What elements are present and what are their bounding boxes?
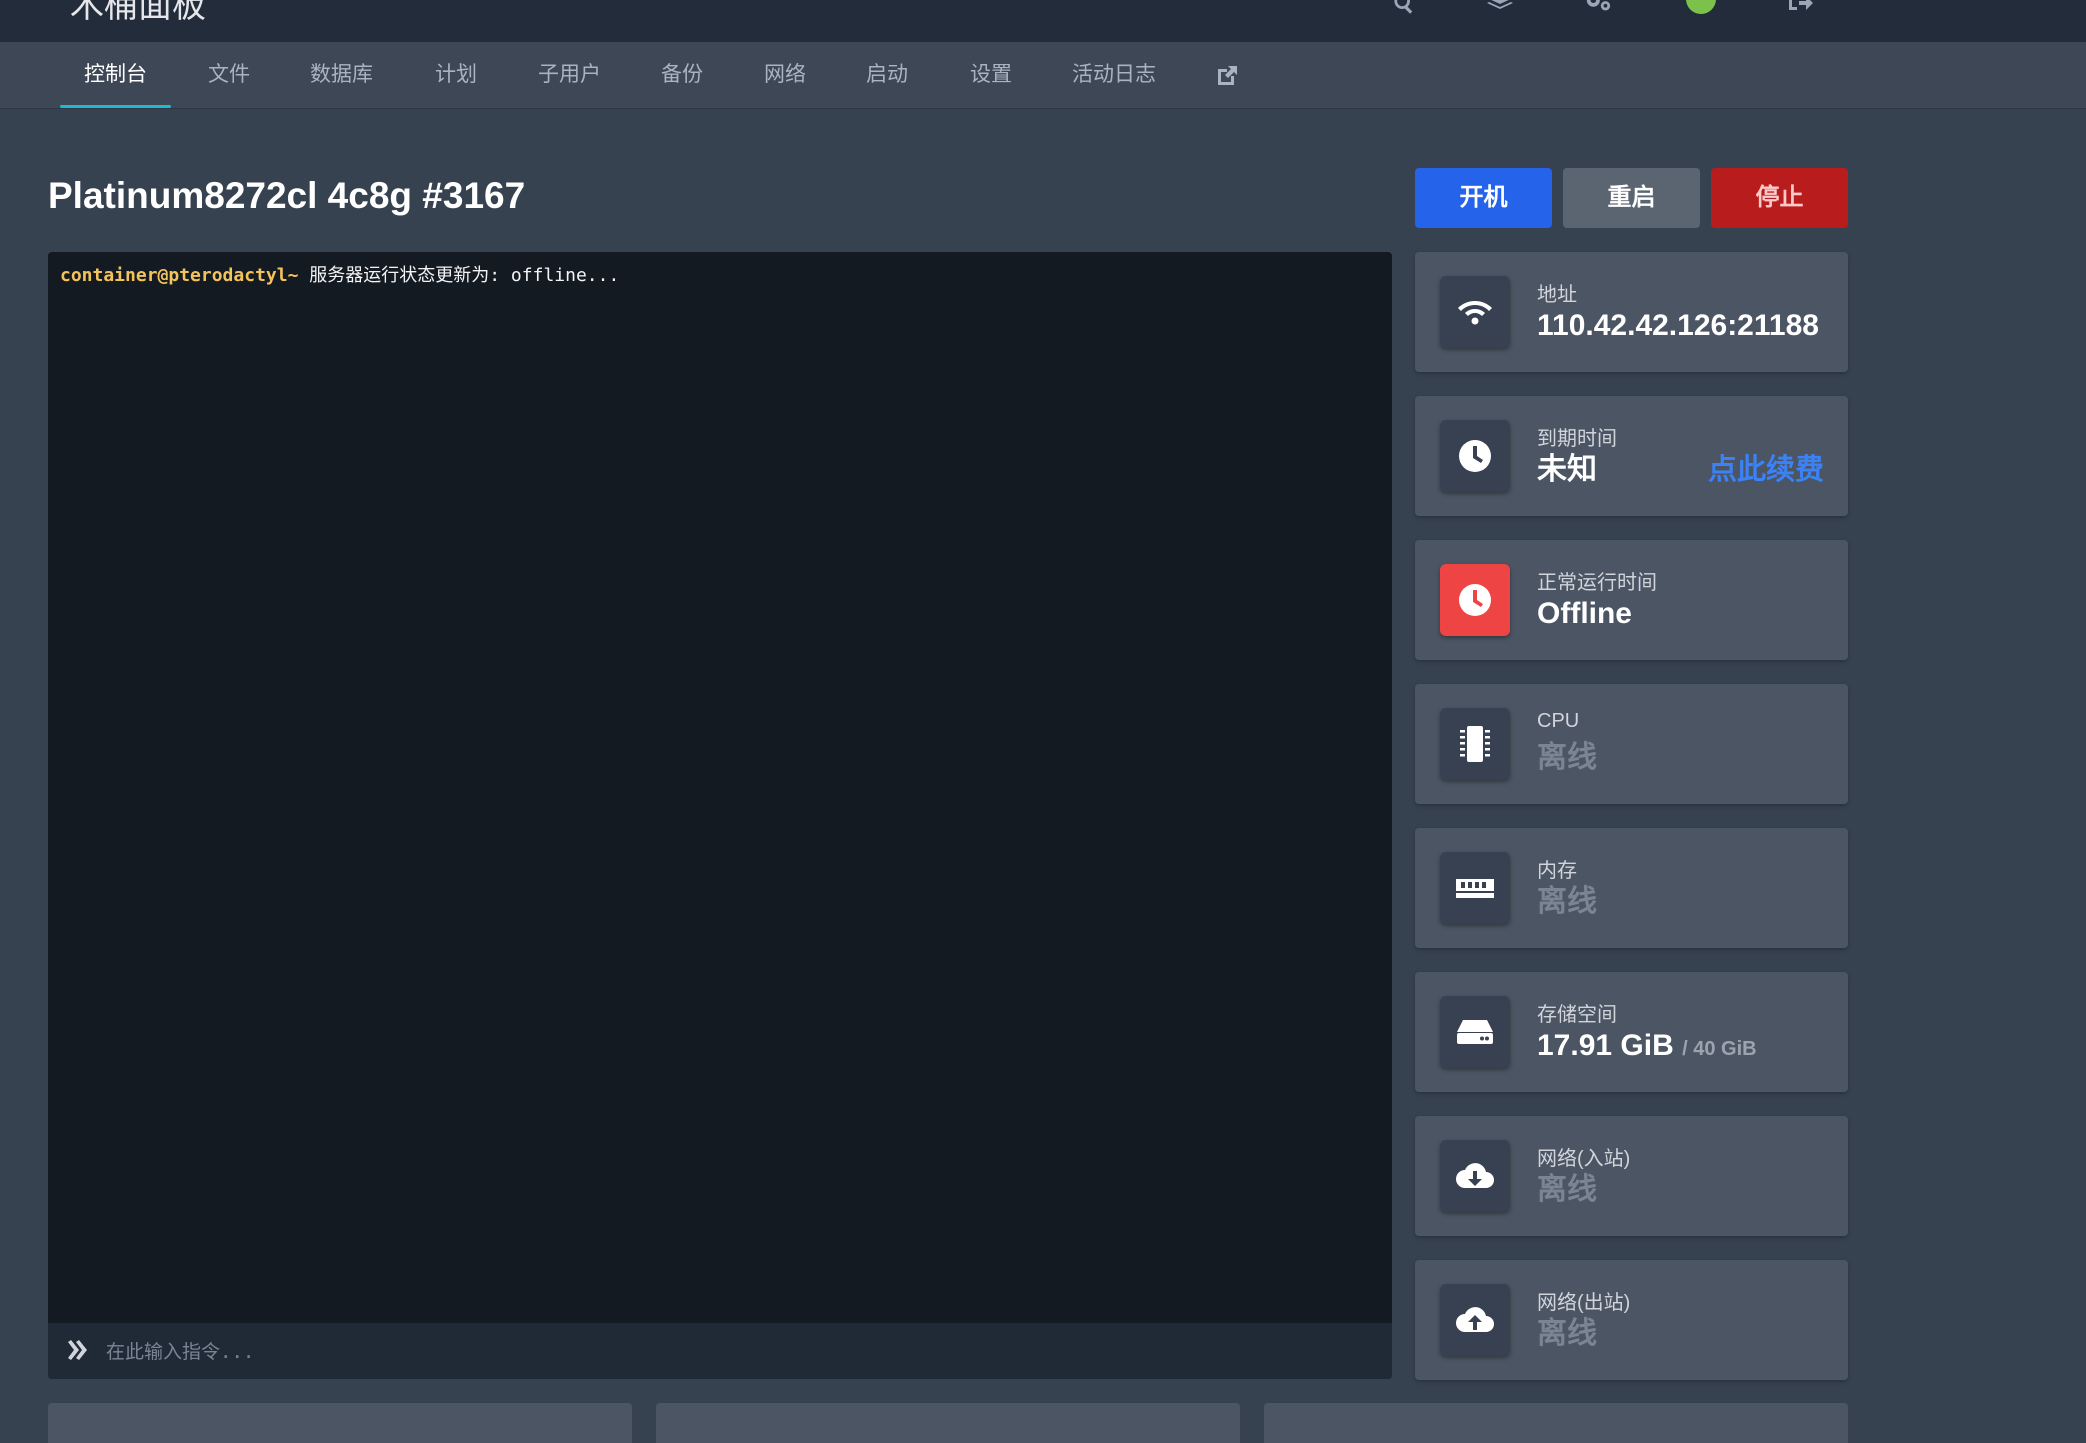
storage-label: 存储空间: [1537, 1004, 1617, 1026]
tab-settings[interactable]: 设置: [970, 42, 1012, 108]
console-output-line: container@pterodactyl~ 服务器运行状态更新为: offli…: [60, 264, 619, 288]
tab-console[interactable]: 控制台: [60, 42, 171, 108]
stat-card-address: 地址 110.42.42.126:21188: [1415, 252, 1848, 372]
net-in-label: 网络(入站): [1537, 1148, 1631, 1170]
cogs-icon[interactable]: [1584, 0, 1612, 14]
top-header: 木桶面板: [0, 0, 2086, 42]
clock-icon: [1440, 564, 1510, 636]
cloud-upload-icon: [1440, 1284, 1510, 1356]
console-command-input[interactable]: [104, 1331, 1378, 1373]
storage-limit: / 40 GiB: [1682, 1038, 1757, 1060]
tab-subusers[interactable]: 子用户: [538, 42, 601, 108]
stat-card-storage: 存储空间 17.91 GiB / 40 GiB: [1415, 972, 1848, 1092]
uptime-label: 正常运行时间: [1537, 572, 1657, 594]
memory-value: 离线: [1537, 885, 1597, 918]
stop-button[interactable]: 停止: [1711, 168, 1848, 228]
graph-panel-memory: [656, 1403, 1240, 1443]
cpu-label: CPU: [1537, 710, 1580, 732]
console-message: 服务器运行状态更新为: offline...: [298, 265, 620, 286]
server-title: Platinum8272cl 4c8g #3167: [48, 175, 526, 216]
address-value[interactable]: 110.42.42.126:21188: [1537, 306, 1819, 346]
memory-label: 内存: [1537, 860, 1577, 882]
stat-card-net-in: 网络(入站) 离线: [1415, 1116, 1848, 1236]
stat-card-net-out: 网络(出站) 离线: [1415, 1260, 1848, 1380]
cloud-download-icon: [1440, 1140, 1510, 1212]
tab-databases[interactable]: 数据库: [310, 42, 373, 108]
console-prompt: container@pterodactyl~: [60, 265, 299, 286]
layers-icon[interactable]: [1486, 0, 1514, 14]
stat-card-memory: 内存 离线: [1415, 828, 1848, 948]
brand-title[interactable]: 木桶面板: [70, 0, 206, 26]
uptime-value: Offline: [1537, 597, 1632, 630]
cpu-value: 离线: [1537, 741, 1597, 774]
graph-panel-network: [1264, 1403, 1848, 1443]
stat-card-expiry: 到期时间 未知 点此续费: [1415, 396, 1848, 516]
microchip-icon: [1440, 708, 1510, 780]
stat-card-cpu: CPU 离线: [1415, 684, 1848, 804]
tab-activity[interactable]: 活动日志: [1072, 42, 1156, 108]
graph-panel-cpu: [48, 1403, 632, 1443]
address-label: 地址: [1537, 284, 1577, 306]
hdd-icon: [1440, 996, 1510, 1068]
start-button[interactable]: 开机: [1415, 168, 1552, 228]
search-icon[interactable]: [1390, 0, 1418, 14]
tab-schedules[interactable]: 计划: [435, 42, 477, 108]
clock-icon: [1440, 420, 1510, 492]
storage-value-wrap: 17.91 GiB / 40 GiB: [1537, 1026, 1757, 1069]
stat-card-uptime: 正常运行时间 Offline: [1415, 540, 1848, 660]
server-nav: 控制台 文件 数据库 计划 子用户 备份 网络 启动 设置 活动日志: [0, 42, 2086, 109]
renew-link[interactable]: 点此续费: [1708, 450, 1824, 490]
wifi-icon: [1440, 276, 1510, 348]
expiry-value: 未知: [1537, 453, 1597, 486]
console-input-bar: [48, 1323, 1392, 1379]
tab-backups[interactable]: 备份: [661, 42, 703, 108]
net-out-value: 离线: [1537, 1317, 1597, 1350]
restart-button[interactable]: 重启: [1563, 168, 1700, 228]
tab-files[interactable]: 文件: [208, 42, 250, 108]
console-panel: container@pterodactyl~ 服务器运行状态更新为: offli…: [48, 252, 1392, 1379]
net-in-value: 离线: [1537, 1173, 1597, 1206]
status-dot[interactable]: [1686, 0, 1716, 14]
tab-startup[interactable]: 启动: [866, 42, 908, 108]
tab-network[interactable]: 网络: [764, 42, 806, 108]
net-out-label: 网络(出站): [1537, 1292, 1631, 1314]
logout-icon[interactable]: [1786, 0, 1814, 14]
memory-icon: [1440, 852, 1510, 924]
storage-value: 17.91 GiB: [1537, 1029, 1674, 1062]
external-link-icon[interactable]: [1215, 64, 1239, 88]
chevron-right-icon: [66, 1339, 88, 1361]
expiry-label: 到期时间: [1537, 428, 1617, 450]
